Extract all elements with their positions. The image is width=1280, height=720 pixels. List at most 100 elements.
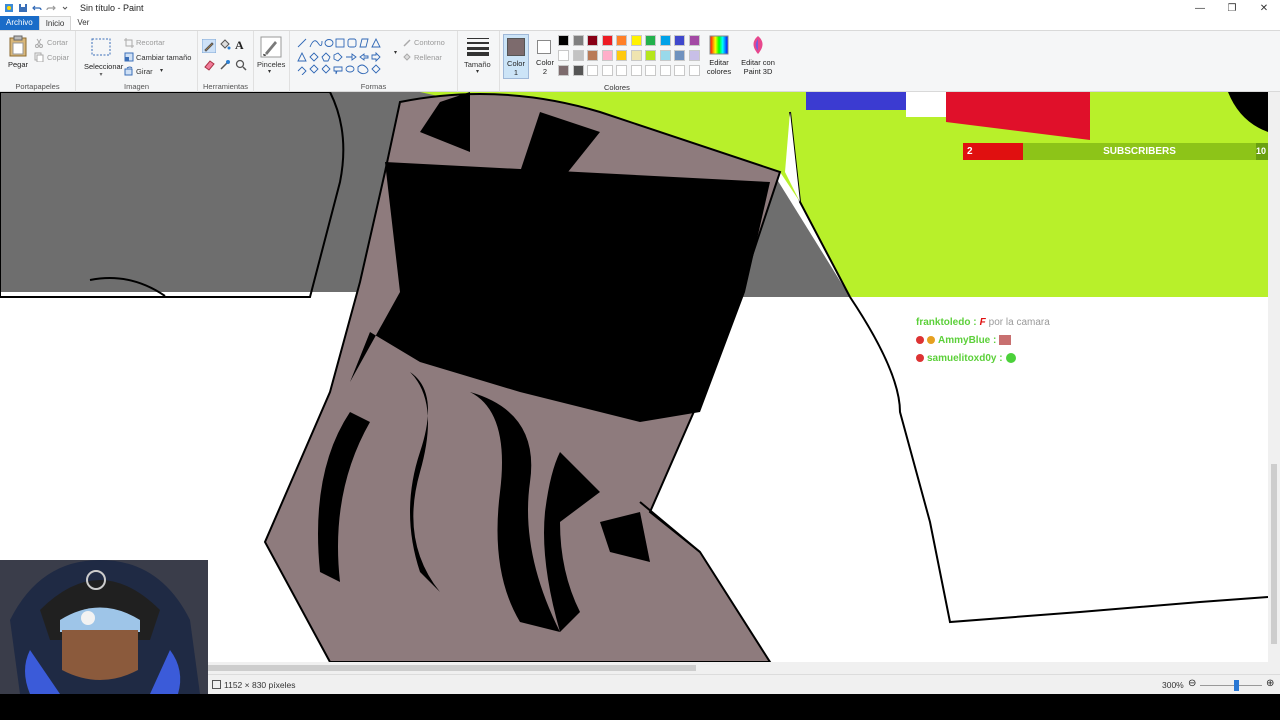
- palette-swatch[interactable]: [645, 35, 656, 46]
- image-group: Seleccionar ▾ Recortar Cambiar tamaño Gi…: [76, 31, 198, 92]
- palette-swatch[interactable]: [572, 65, 584, 76]
- palette-swatch[interactable]: [587, 50, 598, 61]
- palette-swatch[interactable]: [558, 50, 569, 61]
- color2-swatch: [537, 40, 551, 54]
- vertical-scroll-thumb[interactable]: [1271, 464, 1277, 644]
- brushes-label: Pinceles: [257, 60, 286, 69]
- palette-swatch[interactable]: [572, 50, 584, 61]
- redo-icon[interactable]: [46, 3, 56, 13]
- clipboard-group: Pegar Cortar Copiar Portapapeles: [0, 31, 76, 92]
- color1-button[interactable]: Color 1: [503, 34, 529, 79]
- paste-button[interactable]: Pegar: [4, 35, 32, 69]
- zoom-slider[interactable]: [1200, 680, 1262, 691]
- chat-user: franktoledo :: [916, 316, 977, 328]
- chat-message: por la camara: [988, 316, 1050, 328]
- palette-swatch[interactable]: [587, 35, 598, 46]
- copy-button[interactable]: Copiar: [47, 53, 69, 62]
- crop-icon: [124, 38, 134, 48]
- customize-toolbar-icon[interactable]: [60, 3, 70, 13]
- taskbar-area: [0, 694, 1280, 720]
- paint3d-button[interactable]: Editar con Paint 3D: [738, 35, 778, 76]
- zoom-slider-knob[interactable]: [1234, 680, 1239, 691]
- palette-swatch[interactable]: [674, 35, 685, 46]
- ribbon: Pegar Cortar Copiar Portapapeles Selecci…: [0, 30, 1280, 92]
- cut-icon: [35, 38, 43, 48]
- select-button[interactable]: Seleccionar ▾: [84, 37, 124, 78]
- paste-icon: [9, 35, 27, 57]
- close-button[interactable]: ✕: [1248, 0, 1280, 16]
- copy-icon: [34, 52, 44, 62]
- palette-swatch[interactable]: [601, 65, 613, 76]
- cut-button[interactable]: Cortar: [47, 38, 68, 47]
- chat-line: AmmyBlue :: [916, 331, 1050, 349]
- zoom-in-icon[interactable]: ⊕: [1266, 678, 1274, 689]
- palette-swatch[interactable]: [630, 35, 642, 46]
- palette-swatch[interactable]: [616, 35, 627, 46]
- magnifier-icon[interactable]: [235, 59, 247, 71]
- resize-button[interactable]: Cambiar tamaño: [136, 53, 191, 62]
- badge-icon: [927, 336, 935, 344]
- maximize-button[interactable]: ❐: [1216, 0, 1248, 16]
- palette-swatch[interactable]: [645, 50, 656, 61]
- color2-button[interactable]: Color 2: [534, 38, 560, 83]
- palette-swatch[interactable]: [688, 35, 700, 46]
- rotate-button[interactable]: Girar: [136, 67, 153, 76]
- line-size-icon: [467, 38, 489, 56]
- palette-swatch[interactable]: [630, 50, 642, 61]
- text-tool-icon[interactable]: A: [235, 38, 244, 53]
- subscriber-count: 2: [963, 143, 1023, 160]
- paint-app-icon: [5, 4, 13, 12]
- crop-button[interactable]: Recortar: [136, 38, 165, 47]
- select-label: Seleccionar: [84, 62, 124, 71]
- zoom-level: 300%: [1162, 680, 1184, 690]
- undo-icon[interactable]: [32, 3, 42, 13]
- fill-button[interactable]: Rellenar: [414, 53, 442, 62]
- palette-swatch[interactable]: [601, 50, 613, 61]
- vertical-scrollbar[interactable]: [1268, 92, 1280, 662]
- edit-colors-label: Editar colores: [706, 58, 732, 76]
- pencil-icon[interactable]: [202, 39, 216, 53]
- palette-swatch[interactable]: [645, 65, 656, 76]
- save-icon[interactable]: [18, 3, 28, 13]
- palette-swatch[interactable]: [659, 65, 671, 76]
- zoom-out-icon[interactable]: ⊖: [1188, 678, 1196, 689]
- size-group[interactable]: Tamaño ▾: [458, 31, 500, 92]
- palette-swatch[interactable]: [558, 35, 569, 46]
- tab-view[interactable]: Ver: [71, 16, 95, 30]
- palette-swatch[interactable]: [630, 65, 642, 76]
- outline-button[interactable]: Contorno: [414, 38, 445, 47]
- eraser-icon[interactable]: [203, 59, 215, 71]
- palette-swatch[interactable]: [558, 65, 569, 76]
- horizontal-scroll-thumb[interactable]: [208, 665, 696, 671]
- palette-swatch[interactable]: [616, 65, 627, 76]
- horizontal-scrollbar[interactable]: [208, 662, 1280, 674]
- palette-swatch[interactable]: [572, 35, 584, 46]
- shapes-scroll-icon[interactable]: ▾: [394, 49, 397, 56]
- fill-bucket-icon[interactable]: [219, 39, 231, 51]
- tools-group-label: Herramientas: [202, 82, 248, 91]
- palette-swatch[interactable]: [587, 65, 598, 76]
- tab-file[interactable]: Archivo: [0, 16, 39, 30]
- paste-label: Pegar: [7, 60, 28, 69]
- palette-swatch[interactable]: [601, 35, 613, 46]
- minimize-button[interactable]: —: [1184, 0, 1216, 16]
- emote-icon: [999, 335, 1012, 345]
- palette-swatch[interactable]: [659, 50, 671, 61]
- palette-swatch[interactable]: [674, 65, 685, 76]
- select-icon: [91, 38, 111, 56]
- color-picker-icon[interactable]: [219, 59, 231, 71]
- tab-home[interactable]: Inicio: [38, 16, 72, 30]
- brushes-icon: [260, 36, 282, 58]
- palette-swatch[interactable]: [674, 50, 685, 61]
- brushes-group[interactable]: Pinceles ▾: [254, 31, 290, 92]
- palette-swatch[interactable]: [616, 50, 627, 61]
- palette-swatch[interactable]: [688, 50, 700, 61]
- fortnite-emote-icon: F: [979, 316, 986, 328]
- edit-colors-button[interactable]: Editar colores: [704, 35, 734, 76]
- brushes-dropdown-icon: ▾: [268, 69, 272, 75]
- palette-swatch[interactable]: [659, 35, 671, 46]
- palette-swatch[interactable]: [688, 65, 700, 76]
- ribbon-tabs: Archivo Inicio Ver: [0, 16, 1280, 30]
- rotate-dropdown-icon[interactable]: ▾: [160, 67, 163, 74]
- shapes-gallery[interactable]: [296, 37, 392, 75]
